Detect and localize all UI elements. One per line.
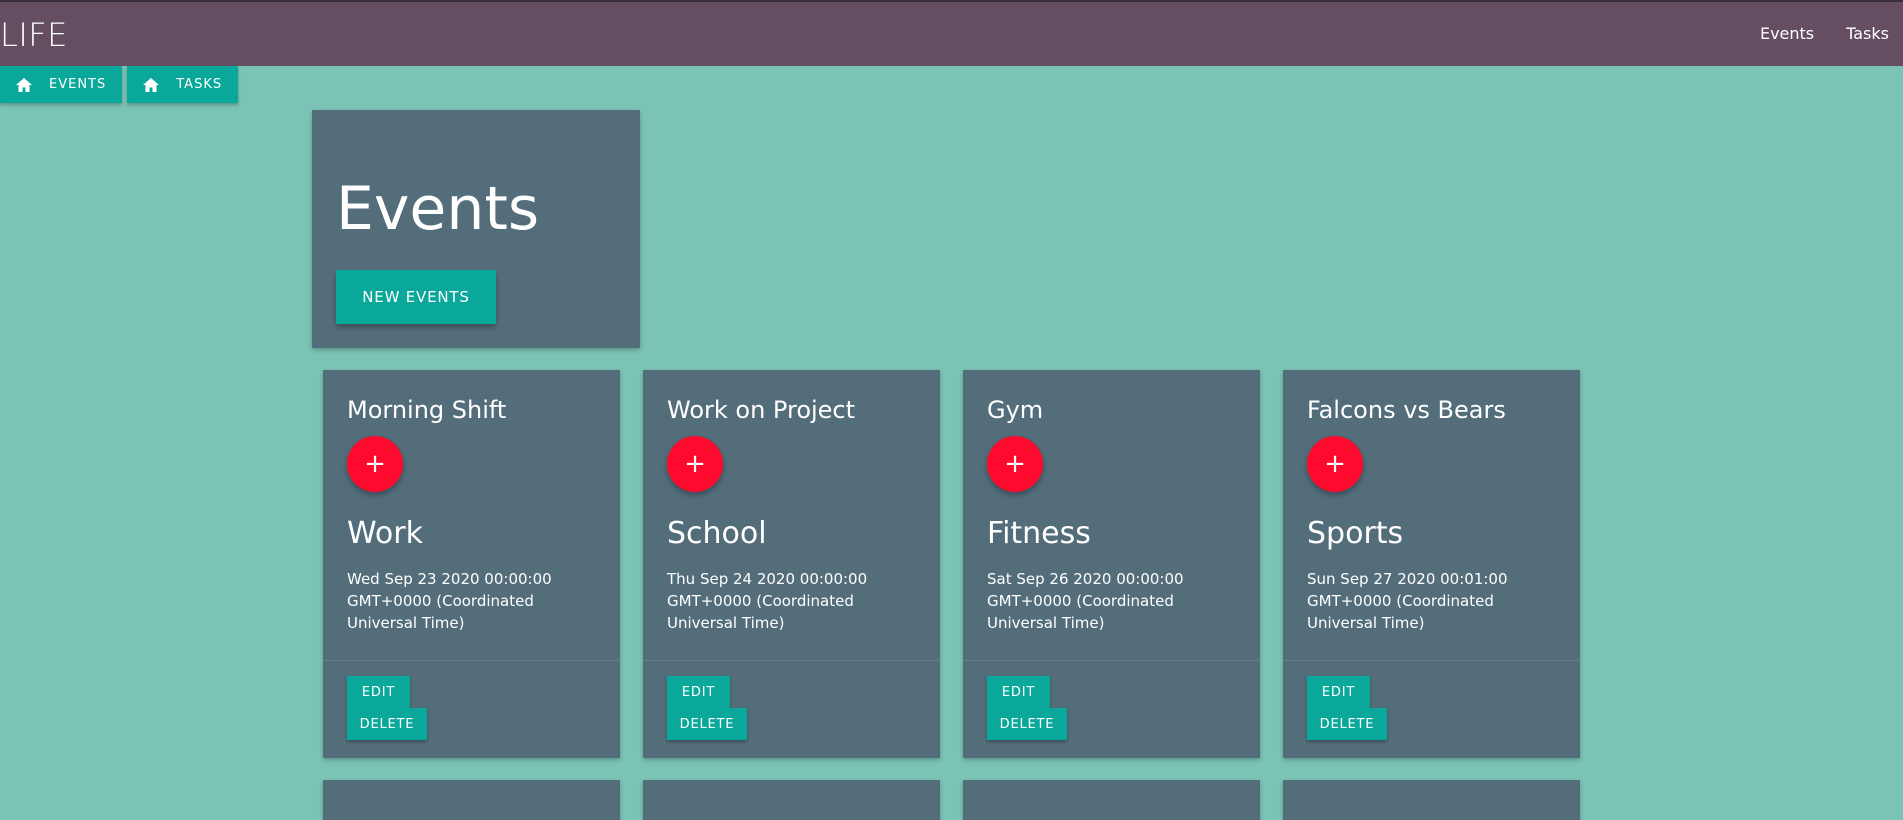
delete-button[interactable]: DELETE	[987, 708, 1067, 740]
add-button[interactable]: +	[987, 436, 1043, 492]
event-title: Gym	[987, 396, 1044, 424]
event-category: Sports	[1307, 516, 1404, 551]
edit-button[interactable]: EDIT	[347, 676, 410, 708]
delete-button[interactable]: DELETE	[347, 708, 427, 740]
card-divider	[963, 660, 1260, 661]
event-category: Work	[347, 516, 423, 551]
delete-button[interactable]: DELETE	[667, 708, 747, 740]
event-card-partial	[643, 780, 940, 820]
card-divider	[323, 660, 620, 661]
event-title: Falcons vs Bears	[1307, 396, 1506, 424]
add-button[interactable]: +	[347, 436, 403, 492]
tab-tasks-label: TASKS	[176, 77, 223, 92]
events-hero-card: Events NEW EVENTS	[312, 110, 640, 348]
event-category: Fitness	[987, 516, 1091, 551]
tab-events-label: EVENTS	[49, 77, 107, 92]
edit-button[interactable]: EDIT	[667, 676, 730, 708]
event-date: Sat Sep 26 2020 00:00:00 GMT+0000 (Coord…	[987, 570, 1184, 632]
event-date: Wed Sep 23 2020 00:00:00 GMT+0000 (Coord…	[347, 570, 552, 632]
add-button[interactable]: +	[667, 436, 723, 492]
delete-button[interactable]: DELETE	[1307, 708, 1387, 740]
plus-icon: +	[684, 449, 706, 479]
add-button[interactable]: +	[1307, 436, 1363, 492]
event-card: Gym + Fitness Sat Sep 26 2020 00:00:00 G…	[963, 370, 1260, 758]
brand-logo[interactable]: LIFE	[0, 16, 68, 54]
plus-icon: +	[1324, 449, 1346, 479]
nav-link-events[interactable]: Events	[1744, 24, 1830, 43]
event-card: Morning Shift + Work Wed Sep 23 2020 00:…	[323, 370, 620, 758]
event-title: Morning Shift	[347, 396, 507, 424]
card-divider	[643, 660, 940, 661]
event-card: Work on Project + School Thu Sep 24 2020…	[643, 370, 940, 758]
plus-icon: +	[364, 449, 386, 479]
top-navbar: LIFE Events Tasks	[0, 0, 1903, 66]
event-card-partial	[1283, 780, 1580, 820]
event-date: Sun Sep 27 2020 00:01:00 GMT+0000 (Coord…	[1307, 570, 1508, 632]
plus-icon: +	[1004, 449, 1026, 479]
event-category: School	[667, 516, 767, 551]
tab-tasks[interactable]: TASKS	[127, 66, 239, 103]
tab-bar: EVENTS TASKS	[0, 66, 239, 103]
nav-links: Events Tasks	[1744, 24, 1903, 43]
nav-link-tasks[interactable]: Tasks	[1830, 24, 1903, 43]
tab-events[interactable]: EVENTS	[0, 66, 123, 103]
event-title: Work on Project	[667, 396, 856, 424]
event-date: Thu Sep 24 2020 00:00:00 GMT+0000 (Coord…	[667, 570, 868, 632]
page-title: Events	[336, 174, 540, 244]
home-icon	[143, 77, 160, 92]
event-card: Falcons vs Bears + Sports Sun Sep 27 202…	[1283, 370, 1580, 758]
home-icon	[16, 77, 32, 92]
event-card-partial	[323, 780, 620, 820]
card-divider	[1283, 660, 1580, 661]
edit-button[interactable]: EDIT	[1307, 676, 1370, 708]
edit-button[interactable]: EDIT	[987, 676, 1050, 708]
event-card-partial	[963, 780, 1260, 820]
new-events-button[interactable]: NEW EVENTS	[336, 270, 496, 324]
